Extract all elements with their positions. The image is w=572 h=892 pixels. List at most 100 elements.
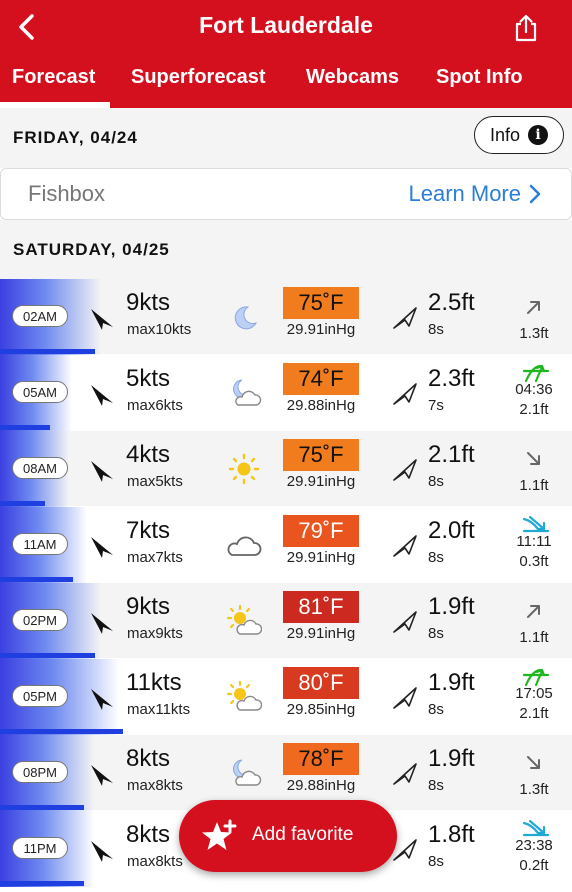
day-header-friday: FRIDAY, 04/24 Info i — [0, 108, 572, 168]
pressure: 29.88inHg — [286, 397, 356, 414]
arrow-up-right-icon — [522, 601, 546, 621]
forecast-row: 02PM 9kts max9kts 81˚F 29.91inHg 1.9ft 8s 1.1ft — [0, 583, 572, 659]
low-tide-icon — [522, 515, 550, 535]
moon-icon — [226, 301, 262, 333]
tab-bar: Forecast Superforecast Webcams Spot Info — [0, 62, 572, 108]
swell-direction-icon — [392, 685, 418, 711]
time-label: 08AM — [12, 457, 68, 479]
time-label: 11AM — [12, 533, 68, 555]
wind-direction-icon — [88, 607, 116, 635]
tide-height: 2.1ft — [519, 705, 549, 722]
moon-cloud-icon — [226, 377, 262, 409]
time-label: 11PM — [12, 837, 68, 859]
wave-period: 8s — [428, 549, 444, 566]
arrow-down-right-icon — [522, 753, 546, 773]
temperature-badge: 75˚F — [283, 287, 359, 319]
wind-level-line — [0, 349, 95, 354]
tab-spot-info[interactable]: Spot Info — [436, 66, 523, 89]
wave-height: 1.8ft — [428, 821, 475, 848]
wave-height: 1.9ft — [428, 593, 475, 620]
temperature-badge: 80˚F — [283, 667, 359, 699]
star-plus-icon — [202, 819, 237, 850]
swell-direction-icon — [392, 761, 418, 787]
wind-level-line — [0, 577, 73, 582]
wind-speed: 8kts — [126, 745, 171, 772]
wind-direction-icon — [88, 379, 116, 407]
wave-height: 1.9ft — [428, 745, 475, 772]
wind-direction-icon — [88, 835, 116, 863]
wind-speed: 8kts — [126, 821, 171, 848]
pressure: 29.91inHg — [286, 625, 356, 642]
tide-height: 1.1ft — [519, 477, 549, 494]
info-button[interactable]: Info i — [474, 116, 564, 154]
tide-cell: 1.3ft — [508, 735, 560, 811]
pressure: 29.91inHg — [286, 321, 356, 338]
temperature-badge: 74˚F — [283, 363, 359, 395]
wind-direction-icon — [88, 759, 116, 787]
temperature-badge: 78˚F — [283, 743, 359, 775]
time-label: 05PM — [12, 685, 68, 707]
wave-height: 2.5ft — [428, 289, 475, 316]
wind-gust: max8kts — [127, 777, 183, 794]
wind-gust: max11kts — [127, 701, 191, 718]
pressure: 29.91inHg — [286, 473, 356, 490]
wind-gust: max8kts — [127, 853, 183, 870]
forecast-row: 02AM 9kts max10kts 75˚F 29.91inHg 2.5ft 8s 1.3f… — [0, 279, 572, 355]
cloud-icon — [226, 529, 262, 561]
time-label: 02AM — [12, 305, 68, 327]
wind-speed: 9kts — [126, 289, 171, 316]
wave-height: 2.3ft — [428, 365, 475, 392]
wave-height: 2.1ft — [428, 441, 475, 468]
low-tide-icon — [522, 819, 550, 839]
learn-more-link[interactable]: Learn More — [408, 181, 541, 207]
day-label: SATURDAY, 04/25 — [13, 240, 170, 259]
time-label: 02PM — [12, 609, 68, 631]
add-favorite-button[interactable]: Add favorite — [179, 800, 397, 872]
arrow-up-right-icon — [522, 297, 546, 317]
wind-level-line — [0, 729, 123, 734]
tab-webcams[interactable]: Webcams — [306, 66, 399, 89]
high-tide-icon — [522, 667, 550, 687]
wind-speed: 4kts — [126, 441, 171, 468]
tide-height: 0.2ft — [519, 857, 549, 874]
tide-cell: 1.1ft — [508, 431, 560, 507]
tide-height: 0.3ft — [519, 553, 549, 570]
time-label: 05AM — [12, 381, 68, 403]
tide-height: 2.1ft — [519, 401, 549, 418]
tab-forecast[interactable]: Forecast — [12, 66, 95, 89]
wave-height: 1.9ft — [428, 669, 475, 696]
share-button[interactable] — [510, 12, 542, 44]
sun-cloud-icon — [226, 604, 263, 637]
arrow-down-right-icon — [522, 449, 546, 469]
sun-cloud-icon — [226, 680, 263, 713]
wind-gust: max9kts — [127, 625, 183, 642]
wind-level-line — [0, 653, 95, 658]
forecast-row: 11AM 7kts max7kts 79˚F 29.91inHg 2.0ft 8s 11:11… — [0, 507, 572, 583]
forecast-row: 05PM 11kts max11kts 80˚F 29.85inHg 1.9ft 8s 17:… — [0, 659, 572, 735]
swell-direction-icon — [392, 305, 418, 331]
tab-superforecast[interactable]: Superforecast — [131, 66, 266, 89]
tide-cell: 17:05 2.1ft — [508, 659, 560, 735]
fishbox-banner[interactable]: Fishbox Learn More — [0, 168, 572, 220]
wind-level-line — [0, 881, 84, 886]
tide-time: 04:36 — [515, 381, 553, 398]
moon-cloud-icon — [226, 757, 262, 789]
wind-level-line — [0, 501, 45, 506]
wind-direction-icon — [88, 303, 116, 331]
wind-direction-icon — [88, 683, 116, 711]
swell-direction-icon — [392, 457, 418, 483]
tide-height: 1.3ft — [519, 781, 549, 798]
wind-speed: 11kts — [126, 669, 182, 696]
tide-cell: 04:36 2.1ft — [508, 355, 560, 431]
day-label: FRIDAY, 04/24 — [13, 128, 138, 147]
tide-time: 23:38 — [515, 837, 553, 854]
day-header-saturday: SATURDAY, 04/25 — [0, 220, 572, 280]
wave-period: 7s — [428, 397, 444, 414]
wave-period: 8s — [428, 625, 444, 642]
share-icon — [515, 14, 537, 42]
wave-height: 2.0ft — [428, 517, 475, 544]
high-tide-icon — [522, 363, 550, 383]
wind-direction-icon — [88, 455, 116, 483]
tide-height: 1.3ft — [519, 325, 549, 342]
forecast-row: 05AM 5kts max6kts 74˚F 29.88inHg 2.3ft 7s 04:36… — [0, 355, 572, 431]
